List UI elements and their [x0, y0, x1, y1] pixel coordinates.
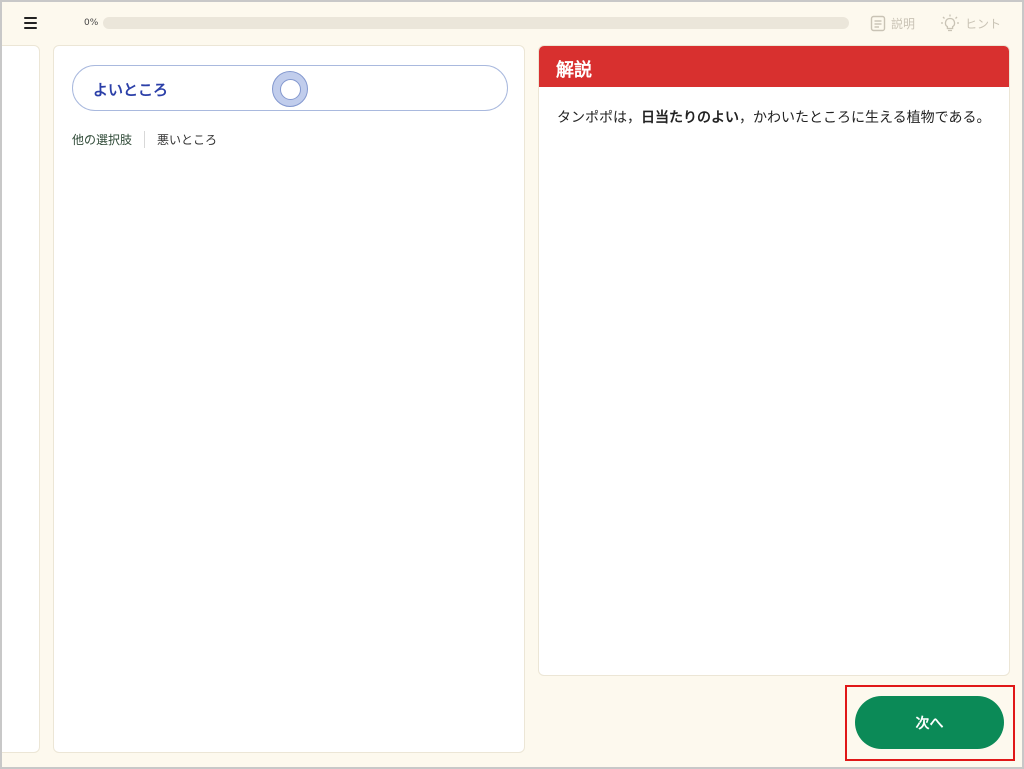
explanation-panel: 解説 タンポポは，日当たりのよい，かわいたところに生える植物である。 [538, 45, 1010, 676]
explanation-text-part: ，かわいたところに生える植物である。 [739, 110, 991, 126]
answer-panel: よいところ 他の選択肢 悪いところ [53, 45, 525, 753]
explain-label: 説明 [891, 16, 916, 31]
document-icon [870, 15, 886, 32]
question-text-fragment: つ [0, 66, 2, 87]
explanation-text-part: タンポポは， [557, 110, 641, 126]
hint-label: ヒント [965, 16, 1002, 31]
other-choice-item: 悪いところ [157, 133, 218, 147]
next-button[interactable]: 次へ [855, 696, 1004, 749]
lightbulb-icon [940, 14, 960, 32]
explanation-title: 解説 [539, 46, 1009, 87]
progress-percent: 0% [84, 18, 99, 28]
question-text-fragment: た [0, 142, 2, 163]
correct-circle-icon [272, 71, 308, 107]
explain-button[interactable]: 説明 [870, 14, 915, 32]
explanation-text: タンポポは，日当たりのよい，かわいたところに生える植物である。 [539, 87, 1009, 150]
other-choices-label: 他の選択肢 [72, 131, 146, 148]
explanation-text-emphasis: 日当たりのよい [641, 110, 739, 126]
selected-answer-label: よいところ [93, 81, 169, 99]
question-panel-partial: つ た [0, 45, 40, 753]
hint-button[interactable]: ヒント [940, 14, 1001, 32]
top-bar: 0% 説明 ヒント [0, 0, 1024, 44]
selected-answer-option[interactable]: よいところ [72, 65, 508, 111]
hamburger-menu-icon[interactable] [22, 14, 42, 30]
progress-bar [103, 17, 849, 29]
other-choices-row: 他の選択肢 悪いところ [72, 131, 217, 148]
